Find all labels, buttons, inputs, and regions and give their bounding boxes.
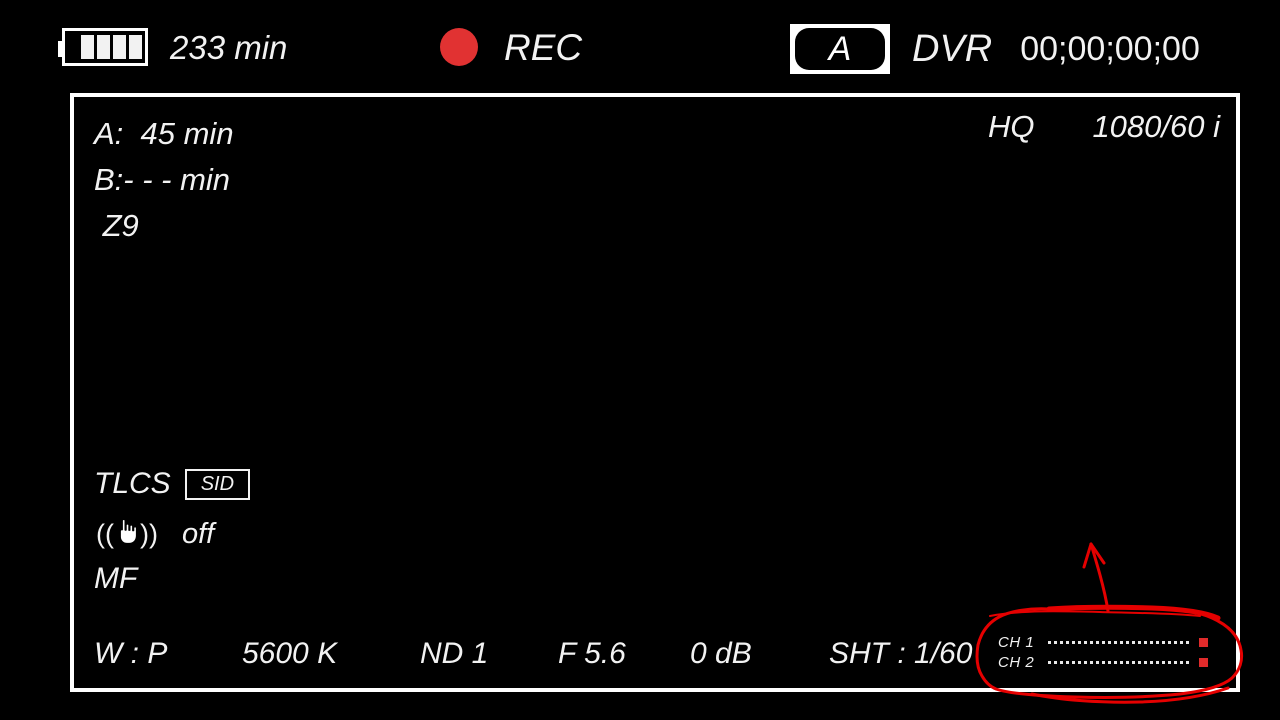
sid-badge: SID xyxy=(184,468,251,500)
stabilizer-left-paren: (( xyxy=(96,518,114,549)
viewfinder-screen: 233 min REC A DVR 00;00;00;00 A: 45 min … xyxy=(0,0,1280,720)
battery-bar xyxy=(97,35,110,59)
media-slot-letter: A xyxy=(828,30,852,68)
dvr-status-group: A DVR 00;00;00;00 xyxy=(790,24,1200,74)
tlcs-row: TLCS SID xyxy=(94,462,251,506)
white-balance-mode: W : P xyxy=(94,637,168,670)
audio-channel-1-label: CH 1 xyxy=(998,633,1035,651)
audio-channel-1-peak-indicator xyxy=(1199,637,1208,647)
focus-mode-label: MF xyxy=(94,562,138,595)
gain-value: 0 dB xyxy=(690,637,752,670)
shutter-speed: SHT : 1/60 xyxy=(829,637,973,670)
focus-mode-row: MF xyxy=(94,558,250,600)
video-format-label: 1080/60 i xyxy=(1092,109,1220,144)
dvr-mode-label: DVR xyxy=(912,28,993,70)
media-slot-a-remaining: A: 45 min xyxy=(94,116,234,151)
tlcs-label: TLCS xyxy=(94,467,171,500)
media-slot-b-remaining: B:- - - min xyxy=(94,162,231,197)
media-remaining-block: A: 45 min B:- - - min Z9 xyxy=(94,111,234,249)
recording-format-block: HQ 1080/60 i xyxy=(988,111,1220,142)
hand-cursor-icon xyxy=(115,518,139,550)
battery-bar xyxy=(129,35,142,59)
stabilizer-right-paren: )) xyxy=(140,518,158,549)
color-temperature: 5600 K xyxy=(242,637,338,670)
timecode-display: 00;00;00;00 xyxy=(1020,30,1200,68)
top-status-bar: 233 min REC A DVR 00;00;00;00 xyxy=(0,0,1280,92)
camera-control-block: TLCS SID (( )) off MF xyxy=(94,462,251,600)
battery-status-group: 233 min xyxy=(58,28,288,66)
audio-meter-row: CH 2 xyxy=(998,652,1208,672)
audio-channel-1-scale xyxy=(1048,639,1191,645)
zoom-position-indicator: Z9 xyxy=(94,208,139,243)
quality-mode-label: HQ xyxy=(987,109,1035,144)
audio-channel-2-peak-indicator xyxy=(1199,657,1208,667)
stabilizer-value: off xyxy=(182,517,215,550)
stabilizer-row: (( )) off xyxy=(94,512,250,556)
record-dot-icon xyxy=(440,28,478,66)
battery-icon xyxy=(58,28,148,66)
audio-meter-row: CH 1 xyxy=(998,632,1208,652)
media-slot-badge-inner: A xyxy=(795,28,885,70)
audio-channel-2-label: CH 2 xyxy=(998,653,1035,671)
exposure-status-strip: W : P 5600 K ND 1 F 5.6 0 dB SHT : 1/60 xyxy=(94,634,994,674)
record-status-group: REC xyxy=(440,28,582,66)
stabilizer-indicator-icon: (( )) xyxy=(94,517,160,551)
battery-bar xyxy=(113,35,126,59)
battery-bar xyxy=(81,35,94,59)
nd-filter: ND 1 xyxy=(420,637,489,670)
viewfinder-frame: A: 45 min B:- - - min Z9 HQ 1080/60 i TL… xyxy=(70,93,1240,692)
audio-level-meters: CH 1 CH 2 xyxy=(998,632,1208,672)
record-label: REC xyxy=(504,26,583,68)
aperture-value: F 5.6 xyxy=(558,637,626,670)
battery-remaining-time: 233 min xyxy=(170,28,288,66)
audio-channel-2-scale xyxy=(1048,659,1191,665)
media-slot-badge: A xyxy=(790,24,890,74)
